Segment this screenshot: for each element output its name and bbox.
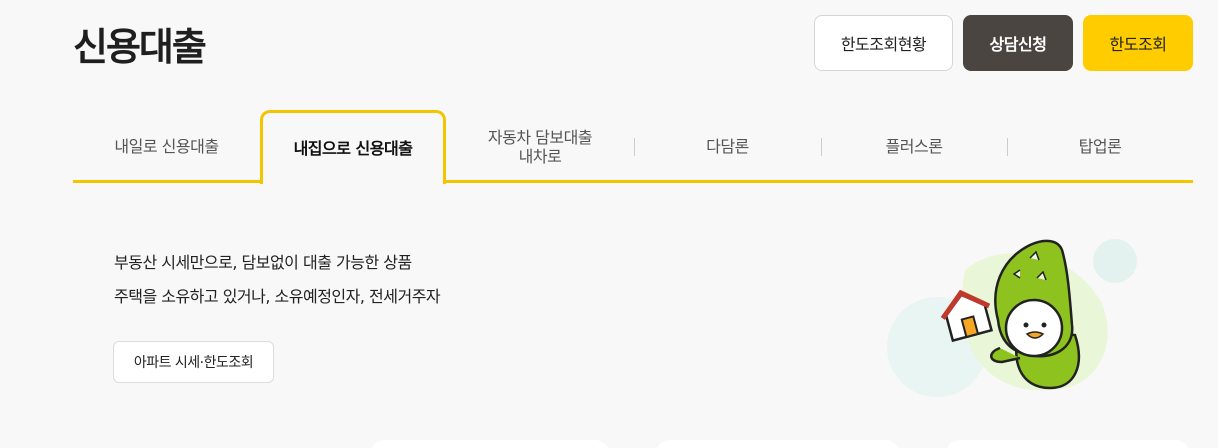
tab-label: 내집으로 신용대출	[293, 139, 413, 158]
description-line-2: 주택을 소유하고 있거나, 소유예정인자, 전세거주자	[114, 287, 441, 306]
product-card[interactable]	[370, 440, 610, 448]
product-tabs: 내일로 신용대출 내집으로 신용대출 자동차 담보대출 내차로 다담론 플러스론…	[73, 110, 1193, 184]
tab-plus-loan[interactable]: 플러스론	[821, 110, 1007, 183]
product-card[interactable]	[655, 440, 900, 448]
product-description: 부동산 시세만으로, 담보없이 대출 가능한 상품 주택을 소유하고 있거나, …	[114, 246, 441, 314]
tab-label: 플러스론	[885, 137, 943, 156]
tab-label-line1: 자동차 담보대출	[487, 127, 593, 147]
tab-dadam-loan[interactable]: 다담론	[634, 110, 821, 183]
tab-naejip-credit[interactable]: 내집으로 신용대출	[260, 110, 446, 184]
tab-naeillo-credit[interactable]: 내일로 신용대출	[73, 110, 260, 183]
tab-label-line2: 내차로	[518, 146, 562, 166]
limit-status-button[interactable]: 한도조회현황	[814, 15, 953, 71]
crocodile-mascot-icon	[887, 239, 1137, 397]
limit-inquiry-button[interactable]: 한도조회	[1083, 15, 1193, 71]
description-line-1: 부동산 시세만으로, 담보없이 대출 가능한 상품	[114, 253, 412, 272]
tab-car-collateral[interactable]: 자동차 담보대출 내차로	[446, 110, 634, 183]
page-title: 신용대출	[73, 25, 207, 69]
apartment-price-limit-button[interactable]: 아파트 시세·한도조회	[113, 341, 274, 383]
consult-apply-button[interactable]: 상담신청	[963, 15, 1073, 71]
tab-topup-loan[interactable]: 탑업론	[1007, 110, 1193, 183]
tab-label: 다담론	[706, 137, 749, 156]
tab-label: 탑업론	[1078, 137, 1122, 156]
product-card[interactable]	[945, 440, 1190, 448]
tab-label: 내일로 신용대출	[114, 137, 219, 156]
